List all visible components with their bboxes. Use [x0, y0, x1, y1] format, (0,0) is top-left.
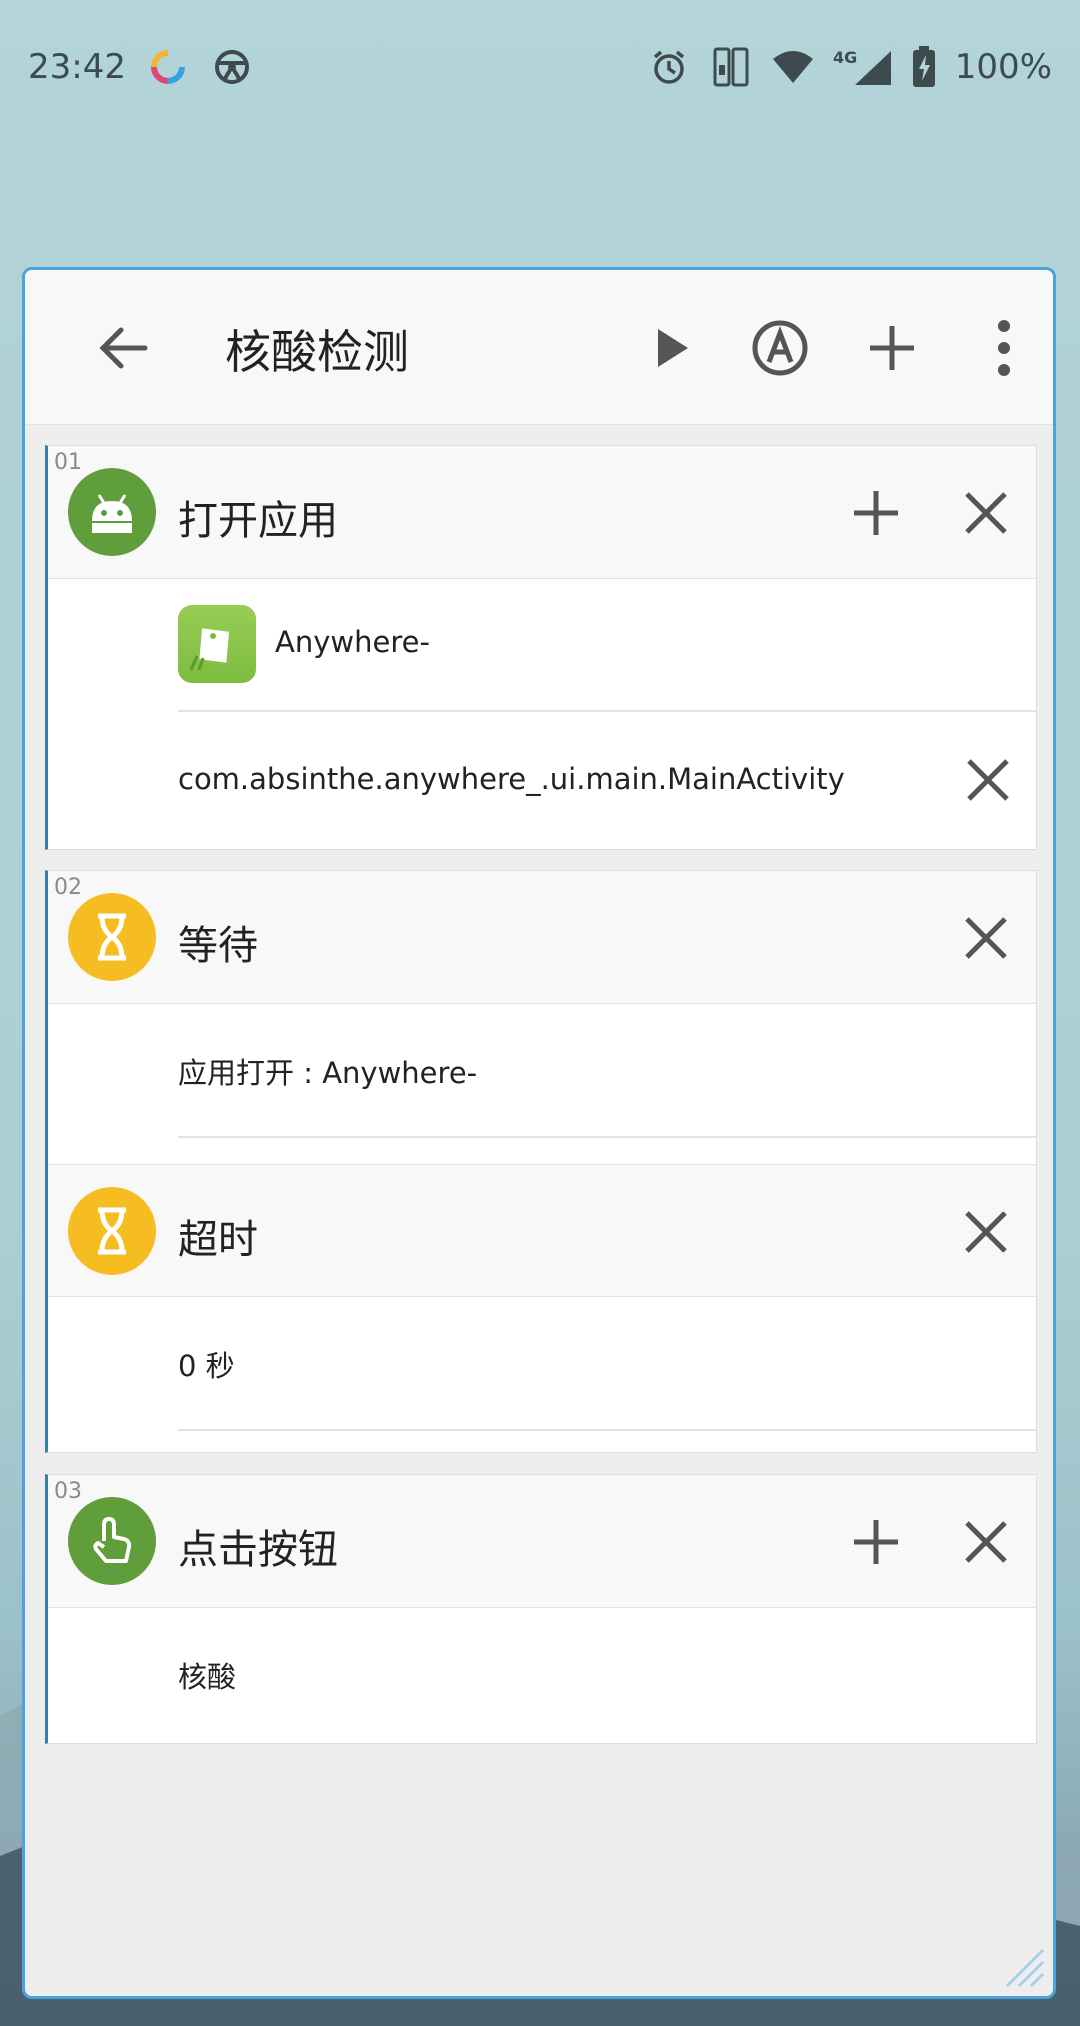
sim-cards-icon [709, 45, 753, 89]
step-card-wait[interactable]: 02 等待 应用打开 : Anywhere- 超时 0 秒 [45, 870, 1037, 1453]
plus-icon [854, 491, 898, 535]
timeout-value: 0 秒 [178, 1349, 235, 1383]
delete-step-button[interactable] [944, 471, 1028, 555]
circle-a-icon [752, 320, 808, 376]
add-step-button[interactable] [847, 303, 937, 393]
battery-charging-icon [911, 45, 937, 89]
close-icon [965, 917, 1007, 959]
alarm-icon [647, 45, 691, 89]
arrow-left-icon [99, 327, 148, 369]
status-time: 23:42 [28, 47, 126, 87]
steering-wheel-icon [210, 45, 254, 89]
click-target: 核酸 [178, 1660, 237, 1694]
delete-timeout-button[interactable] [944, 1190, 1028, 1274]
hourglass-icon [68, 1187, 156, 1275]
play-icon [658, 329, 688, 367]
close-icon [967, 759, 1009, 801]
app-row[interactable]: Anywhere- [48, 579, 1036, 712]
app-icon [178, 605, 256, 683]
activity-name: com.absinthe.anywhere_.ui.main.MainActiv… [178, 762, 845, 796]
plus-icon [854, 1520, 898, 1564]
more-vert-icon [998, 320, 1010, 376]
close-icon [965, 1521, 1007, 1563]
status-bar: 23:42 4G 100% [0, 0, 1080, 134]
divider [178, 1429, 1036, 1431]
run-button[interactable] [627, 303, 717, 393]
timeout-header: 超时 [48, 1164, 1036, 1297]
delete-step-button[interactable] [944, 1500, 1028, 1584]
android-icon [68, 468, 156, 556]
svg-text:4G: 4G [833, 48, 857, 67]
back-button[interactable] [77, 303, 167, 393]
click-target-row[interactable]: 核酸 [48, 1608, 1036, 1742]
step-title: 点击按钮 [178, 1527, 338, 1573]
step-number: 03 [54, 1479, 82, 1504]
auto-mode-button[interactable] [735, 303, 825, 393]
page-title: 核酸检测 [225, 325, 409, 379]
wait-condition-row[interactable]: 应用打开 : Anywhere- [48, 1004, 1036, 1138]
step-number: 02 [54, 875, 82, 900]
plus-icon [870, 326, 914, 370]
wait-condition: 应用打开 : Anywhere- [178, 1056, 478, 1090]
app-name: Anywhere- [275, 625, 430, 659]
delete-step-button[interactable] [944, 896, 1028, 980]
tap-icon [68, 1497, 156, 1585]
step-title: 打开应用 [178, 498, 338, 544]
add-substep-button[interactable] [834, 471, 918, 555]
close-icon [965, 1211, 1007, 1253]
step-card-open-app[interactable]: 01 打开应用 Anywhere- com.absinthe.anywhere_… [45, 445, 1037, 850]
step-title: 等待 [178, 923, 258, 969]
timeout-title: 超时 [178, 1217, 258, 1263]
activity-row[interactable]: com.absinthe.anywhere_.ui.main.MainActiv… [48, 712, 1036, 848]
hourglass-icon [68, 893, 156, 981]
more-options-button[interactable] [959, 303, 1049, 393]
resize-handle-icon[interactable] [1003, 1946, 1047, 1990]
step-card-click-button[interactable]: 03 点击按钮 核酸 [45, 1474, 1037, 1744]
wifi-icon [771, 45, 815, 89]
macro-editor-window: 核酸检测 01 打开应用 Anywhere- com.absinthe.anyw… [22, 267, 1056, 1999]
timeout-value-row[interactable]: 0 秒 [48, 1297, 1036, 1431]
close-icon [965, 492, 1007, 534]
divider [178, 1136, 1036, 1138]
add-substep-button[interactable] [834, 1500, 918, 1584]
battery-percentage: 100% [954, 47, 1052, 87]
toolbar: 核酸检测 [25, 270, 1053, 425]
step-header: 03 点击按钮 [48, 1475, 1036, 1608]
remove-activity-button[interactable] [950, 742, 1026, 818]
sync-ring-icon [146, 45, 190, 89]
step-number: 01 [54, 450, 82, 475]
step-header: 01 打开应用 [48, 446, 1036, 579]
step-header: 02 等待 [48, 871, 1036, 1004]
cellular-signal-icon: 4G [833, 45, 893, 89]
